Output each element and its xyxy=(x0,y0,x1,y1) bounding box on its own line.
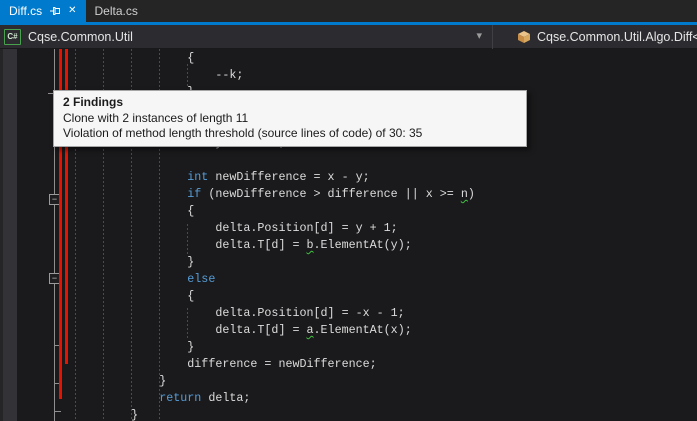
code-line[interactable]: return delta; xyxy=(47,390,475,407)
code-token xyxy=(47,272,187,286)
code-token: .ElementAt(y); xyxy=(314,238,412,252)
code-line[interactable]: delta.T[d] = a.ElementAt(x); xyxy=(47,322,475,339)
code-line[interactable]: } xyxy=(47,339,475,356)
type-dropdown-value: Cqse.Common.Util.Algo.Diff<T xyxy=(537,30,697,44)
code-token xyxy=(47,170,187,184)
vs-editor-window: Diff.cs ✕ Delta.cs C# Cqse.Common.Util ▾ xyxy=(0,0,697,421)
findings-tooltip: 2 Findings Clone with 2 instances of len… xyxy=(53,90,527,147)
code-token: delta.T[d] = xyxy=(47,238,307,252)
class-icon xyxy=(517,30,531,44)
type-dropdown[interactable]: Cqse.Common.Util.Algo.Diff<T xyxy=(493,25,697,48)
code-token xyxy=(47,391,159,405)
code-token: int xyxy=(187,170,208,184)
code-token: delta.Position[d] = -x - 1; xyxy=(47,306,405,320)
code-line[interactable] xyxy=(47,152,475,169)
code-token: .ElementAt(x); xyxy=(314,323,412,337)
code-line[interactable]: if (newDifference > difference || x >= n… xyxy=(47,186,475,203)
code-line[interactable]: } xyxy=(47,254,475,271)
code-token: n xyxy=(461,187,468,201)
code-line[interactable]: { xyxy=(47,288,475,305)
code-token: difference = newDifference; xyxy=(47,357,377,371)
code-token: return xyxy=(159,391,201,405)
code-token: delta.T[d] = xyxy=(47,323,307,337)
tab-delta-cs-label: Delta.cs xyxy=(95,4,138,18)
code-token: } xyxy=(47,374,166,388)
chevron-down-icon[interactable]: ▾ xyxy=(476,29,482,42)
code-line[interactable]: { xyxy=(47,203,475,220)
code-line[interactable]: { xyxy=(47,50,475,67)
code-token: (newDifference > difference || x >= xyxy=(201,187,461,201)
code-token: else xyxy=(187,272,215,286)
code-line[interactable]: } xyxy=(47,407,475,421)
code-line[interactable]: int newDifference = x - y; xyxy=(47,169,475,186)
glyph-margin xyxy=(0,49,17,421)
project-dropdown-value: Cqse.Common.Util xyxy=(28,30,133,44)
findings-tooltip-line: Violation of method length threshold (so… xyxy=(63,126,517,141)
code-line[interactable]: difference = newDifference; xyxy=(47,356,475,373)
findings-tooltip-line: Clone with 2 instances of length 11 xyxy=(63,111,517,126)
code-token xyxy=(47,187,187,201)
tab-diff-cs-label: Diff.cs xyxy=(9,4,42,18)
code-token: delta; xyxy=(201,391,250,405)
tab-delta-cs[interactable]: Delta.cs xyxy=(86,0,147,22)
code-token: } xyxy=(47,255,194,269)
code-token: { xyxy=(47,51,194,65)
code-line[interactable]: --k; xyxy=(47,67,475,84)
code-line[interactable]: delta.Position[d] = -x - 1; xyxy=(47,305,475,322)
code-token: delta.Position[d] = y + 1; xyxy=(47,221,398,235)
code-token: { xyxy=(47,204,194,218)
project-dropdown[interactable]: C# Cqse.Common.Util ▾ xyxy=(0,25,492,48)
close-icon[interactable]: ✕ xyxy=(68,6,76,16)
code-token: } xyxy=(47,408,138,421)
findings-tooltip-title: 2 Findings xyxy=(63,95,517,110)
code-token: a xyxy=(307,323,314,337)
code-line[interactable]: delta.Position[d] = y + 1; xyxy=(47,220,475,237)
csharp-project-icon: C# xyxy=(4,29,21,45)
tab-bar: Diff.cs ✕ Delta.cs xyxy=(0,0,697,22)
code-token: if xyxy=(187,187,201,201)
code-line[interactable]: else xyxy=(47,271,475,288)
navigation-bar: C# Cqse.Common.Util ▾ Cqse.Common.Util.A… xyxy=(0,25,697,49)
tab-diff-cs[interactable]: Diff.cs ✕ xyxy=(0,0,86,22)
code-line[interactable]: delta.T[d] = b.ElementAt(y); xyxy=(47,237,475,254)
code-token: --k; xyxy=(47,68,243,82)
code-token: } xyxy=(47,340,194,354)
code-token: b xyxy=(307,238,314,252)
pin-icon[interactable] xyxy=(49,5,61,17)
code-token: ) xyxy=(468,187,475,201)
code-token: { xyxy=(47,289,194,303)
code-line[interactable]: } xyxy=(47,373,475,390)
code-token: newDifference = x - y; xyxy=(208,170,369,184)
